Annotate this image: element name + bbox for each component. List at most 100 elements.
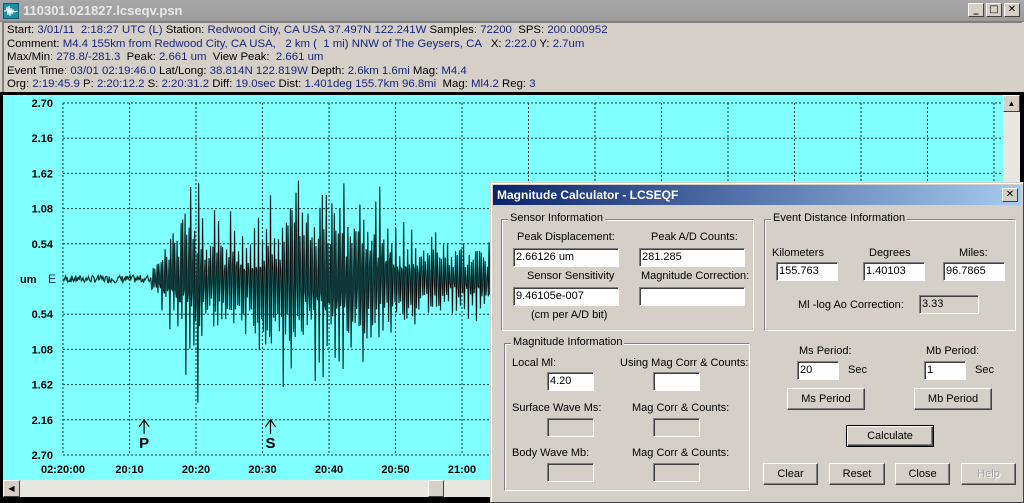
info-key: View Peak:	[206, 51, 276, 64]
y-tick-label: 2.70	[32, 450, 53, 462]
x-tick-label: 20:50	[381, 464, 409, 476]
x-tick-label: 20:40	[315, 464, 343, 476]
info-key: Reg:	[498, 78, 530, 91]
dialog-titlebar: Magnitude Calculator - LCSEQF ✕	[493, 185, 1021, 205]
info-key: X:	[481, 37, 505, 50]
info-line-start: Start: 3/01/11 2:18:27 UTC (L) Station: …	[7, 24, 1022, 38]
x-tick-label: 21:00	[448, 464, 476, 476]
magnitude-correction-field[interactable]	[639, 287, 745, 306]
info-value: 1.401deg 155.7km 96.8mi	[304, 78, 437, 91]
mb-period-button[interactable]: Mb Period	[914, 388, 992, 410]
ms-period-sec-label: Sec	[848, 364, 867, 376]
ms-mag-corr-field	[653, 418, 700, 437]
info-value: 2:19:45.9	[32, 78, 80, 91]
sensor-sensitivity-label: Sensor Sensitivity	[527, 270, 615, 282]
y-tick-label: 2.16	[32, 415, 53, 427]
info-value: 3/01/11 2:18:27 UTC (L)	[37, 24, 163, 36]
arrival-marker-label: P	[139, 435, 149, 452]
info-value: 2:20:31.2	[161, 78, 210, 91]
close-window-button[interactable]: ✕	[1004, 3, 1020, 17]
maximize-button[interactable]: □	[986, 3, 1002, 17]
info-key: Mag:	[436, 78, 472, 91]
scroll-left-button[interactable]: ◀	[3, 480, 20, 497]
info-value: 2.661 um	[158, 51, 207, 64]
surface-wave-ms-label: Surface Wave Ms:	[512, 402, 602, 414]
x-tick-label: 02:20:00	[41, 464, 85, 476]
kilometers-field[interactable]: 155.763	[776, 262, 838, 281]
arrival-marker-label: S	[265, 435, 275, 452]
y-tick-label: 2.16	[32, 133, 53, 145]
info-key: Y:	[536, 37, 553, 50]
info-line-comment: Comment: M4.4 155km from Redwood City, C…	[7, 38, 1022, 52]
magnitude-calculator-dialog: Magnitude Calculator - LCSEQF ✕ Sensor I…	[490, 182, 1024, 503]
info-key: Event Time:	[7, 64, 71, 77]
info-value: 2.6km 1.6mi	[347, 64, 410, 77]
horizontal-scroll-thumb[interactable]	[428, 480, 444, 497]
info-value: 200.000952	[547, 24, 608, 36]
ms-period-button[interactable]: Ms Period	[787, 388, 865, 410]
info-key: Org:	[7, 78, 33, 91]
reset-button[interactable]: Reset	[829, 463, 885, 485]
miles-field[interactable]: 96.7865	[943, 262, 1005, 281]
info-line-maxmin: Max/Min: 278.8/-281.3 Peak: 2.661 um Vie…	[7, 51, 1022, 65]
peak-ad-counts-label: Peak A/D Counts:	[651, 231, 738, 243]
degrees-field[interactable]: 1.40103	[863, 262, 925, 281]
using-mag-corr-field[interactable]	[653, 372, 700, 391]
minimize-button[interactable]: _	[968, 3, 984, 17]
body-wave-mb-label: Body Wave Mb:	[512, 447, 590, 459]
y-tick-label: 0.54	[32, 309, 54, 321]
arrival-arrow-icon	[264, 418, 276, 434]
using-mag-corr-label: Using Mag Corr & Counts:	[620, 357, 749, 369]
y-tick-label: 2.70	[32, 98, 53, 110]
ms-period-label: Ms Period:	[799, 345, 852, 357]
info-value: 19.0sec	[235, 78, 276, 91]
mb-period-field[interactable]: 1	[924, 361, 966, 380]
window-title: 110301.021827.lcseqv.psn	[23, 3, 183, 18]
ms-period-field[interactable]: 20	[797, 361, 839, 380]
ml-log-ao-correction-field: 3.33	[919, 295, 979, 314]
info-key: Mag:	[409, 64, 442, 77]
calculate-button[interactable]: Calculate	[846, 425, 934, 447]
x-tick-label: 20:30	[248, 464, 276, 476]
info-key: Dist:	[275, 78, 305, 91]
close-button[interactable]: Close	[895, 463, 950, 485]
peak-displacement-field[interactable]: 2.66126 um	[513, 248, 619, 267]
help-button: Help	[961, 463, 1016, 485]
magnitude-correction-label: Magnitude Correction:	[641, 270, 750, 282]
miles-label: Miles:	[959, 247, 988, 259]
dialog-close-button[interactable]: ✕	[1002, 188, 1018, 202]
surface-wave-ms-field	[547, 418, 594, 437]
y-tick-label: 1.62	[32, 380, 53, 392]
event-info-panel: Start: 3/01/11 2:18:27 UTC (L) Station: …	[2, 22, 1022, 92]
ms-mag-corr-label: Mag Corr & Counts:	[632, 402, 730, 414]
degrees-label: Degrees	[869, 247, 911, 259]
peak-displacement-label: Peak Displacement:	[517, 231, 615, 243]
y-axis-unit-label: um	[20, 274, 37, 286]
info-value: 3	[529, 78, 536, 91]
x-tick-label: 20:10	[115, 464, 143, 476]
magnitude-information-legend: Magnitude Information	[511, 336, 625, 348]
clear-button[interactable]: Clear	[763, 463, 818, 485]
info-value: 2.661 um	[275, 51, 324, 64]
info-value: 2:20:12.2	[96, 78, 145, 91]
info-value: M4.4	[441, 64, 467, 77]
info-line-origin: Org: 2:19:45.9 P: 2:20:12.2 S: 2:20:31.2…	[7, 78, 1022, 92]
peak-ad-counts-field[interactable]: 281.285	[639, 248, 745, 267]
info-key: Diff:	[209, 78, 236, 91]
y-tick-label: 1.62	[32, 168, 53, 180]
scroll-up-button[interactable]: ▲	[1003, 95, 1020, 112]
event-distance-legend: Event Distance Information	[771, 212, 908, 224]
info-key: Lat/Long:	[155, 64, 210, 77]
info-line-event-time: Event Time: 03/01 02:19:46.0 Lat/Long: 3…	[7, 65, 1022, 79]
info-key: S:	[144, 78, 162, 91]
channel-label: E	[48, 272, 56, 286]
app-seismograph-icon	[3, 3, 19, 19]
kilometers-label: Kilometers	[772, 247, 824, 259]
sensitivity-unit-label: (cm per A/D bit)	[531, 309, 608, 321]
info-key: Samples:	[426, 24, 481, 36]
x-tick-label: 20:20	[182, 464, 210, 476]
sensor-information-legend: Sensor Information	[508, 212, 605, 224]
local-ml-field[interactable]: 4.20	[547, 372, 594, 391]
info-key: Depth:	[307, 64, 348, 77]
sensor-sensitivity-field[interactable]: 9.46105e-007	[513, 287, 619, 306]
